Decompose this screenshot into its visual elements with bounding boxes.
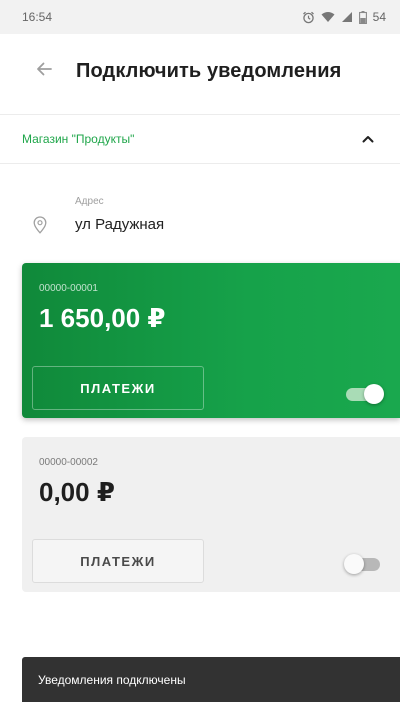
shop-selector[interactable]: Магазин "Продукты": [0, 114, 400, 164]
status-icons: 54: [302, 10, 386, 24]
account-card: 00000-00002 0,00 ₽ ПЛАТЕЖИ: [22, 437, 400, 592]
back-button[interactable]: [24, 51, 64, 91]
toggle-thumb: [364, 384, 384, 404]
screen: 16:54 54 Подключить уведомления Магазин …: [0, 0, 400, 702]
battery-icon: [358, 10, 367, 24]
signal-icon: [341, 11, 353, 23]
address-label: Адрес: [75, 196, 104, 207]
account-card: 00000-00001 1 650,00 ₽ ПЛАТЕЖИ: [22, 263, 400, 418]
app-bar: Подключить уведомления: [0, 46, 400, 96]
account-number: 00000-00002: [39, 457, 98, 468]
snackbar: Уведомления подключены: [22, 657, 400, 702]
account-balance: 0,00 ₽: [39, 477, 115, 507]
notifications-toggle[interactable]: [344, 383, 384, 405]
status-bar: 16:54 54: [0, 0, 400, 34]
location-pin-icon: [33, 216, 47, 239]
notifications-toggle[interactable]: [344, 553, 384, 575]
wifi-icon: [321, 11, 335, 23]
payments-button[interactable]: ПЛАТЕЖИ: [32, 539, 204, 583]
shop-name: Магазин "Продукты": [22, 132, 135, 146]
address-value: ул Радужная: [75, 216, 165, 233]
address-block: Адрес ул Радужная: [0, 188, 400, 248]
arrow-left-icon: [35, 60, 53, 83]
snackbar-message: Уведомления подключены: [38, 672, 186, 687]
toggle-thumb: [344, 554, 364, 574]
page-title: Подключить уведомления: [76, 59, 342, 82]
chevron-up-icon[interactable]: [356, 127, 380, 151]
battery-level: 54: [372, 10, 386, 24]
payments-button[interactable]: ПЛАТЕЖИ: [32, 366, 204, 410]
alarm-icon: [302, 11, 315, 24]
account-balance: 1 650,00 ₽: [39, 303, 166, 333]
status-time: 16:54: [22, 10, 53, 24]
account-number: 00000-00001: [39, 283, 98, 294]
